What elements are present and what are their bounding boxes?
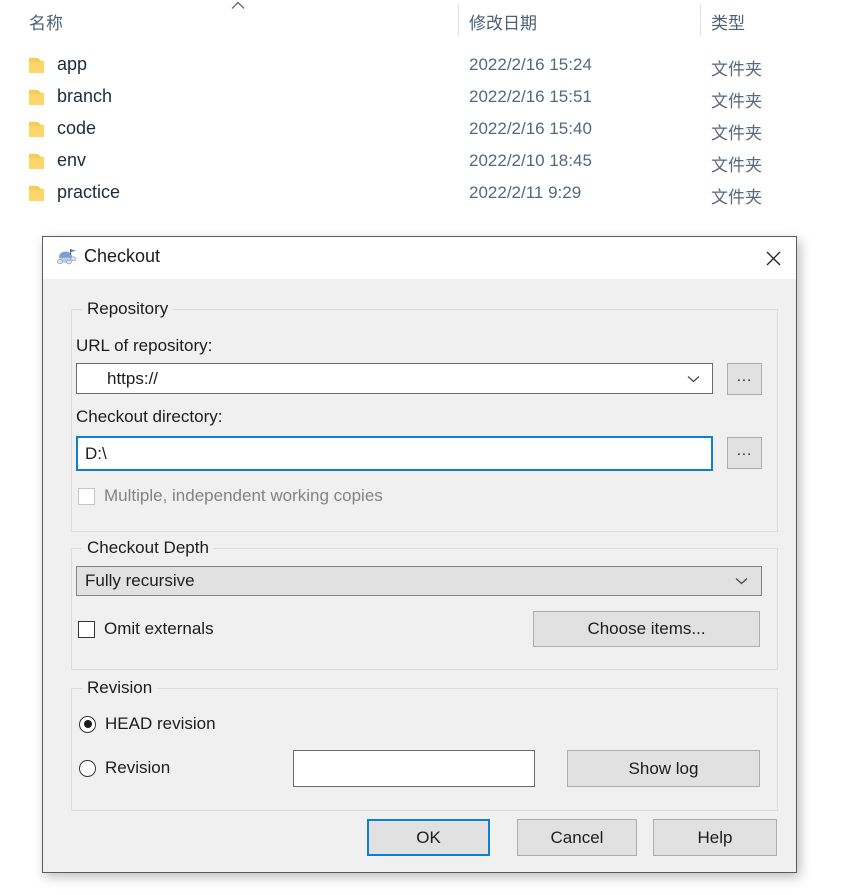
choose-items-button[interactable]: Choose items... <box>533 611 760 647</box>
ok-button[interactable]: OK <box>367 819 490 856</box>
folder-icon <box>29 185 44 202</box>
url-browse-button[interactable]: ... <box>727 363 762 395</box>
show-log-button[interactable]: Show log <box>567 750 760 787</box>
checkout-directory-value: D:\ <box>85 443 107 463</box>
checkout-depth-group-label: Checkout Depth <box>82 538 214 558</box>
head-revision-radio[interactable]: HEAD revision <box>79 714 216 734</box>
folder-icon <box>29 57 44 74</box>
sort-ascending-icon <box>231 1 245 10</box>
radio-button[interactable] <box>79 759 96 777</box>
cancel-button[interactable]: Cancel <box>517 819 637 856</box>
file-type: 文件夹 <box>711 60 762 79</box>
file-name: app <box>57 54 88 74</box>
url-of-repository-value: https:// <box>107 368 159 388</box>
file-name: branch <box>57 86 113 106</box>
column-divider <box>700 4 701 36</box>
checkout-dialog: Checkout Repository URL of repository: h… <box>42 236 797 873</box>
url-of-repository-label: URL of repository: <box>76 336 213 355</box>
chevron-down-icon[interactable] <box>735 577 748 585</box>
dialog-titlebar[interactable]: Checkout <box>43 237 796 279</box>
file-type: 文件夹 <box>711 124 762 143</box>
column-header-modified[interactable]: 修改日期 <box>469 9 537 34</box>
column-header-type[interactable]: 类型 <box>711 9 745 34</box>
file-name: env <box>57 150 87 170</box>
url-of-repository-combobox[interactable]: https:// <box>76 363 713 394</box>
file-type: 文件夹 <box>711 156 762 175</box>
table-row[interactable]: code 2022/2/16 15:40 文件夹 <box>0 114 855 146</box>
chevron-down-icon[interactable] <box>687 375 700 383</box>
help-button[interactable]: Help <box>653 819 777 856</box>
omit-externals-label: Omit externals <box>104 619 214 638</box>
close-icon[interactable] <box>750 237 796 279</box>
checkout-depth-dropdown[interactable]: Fully recursive <box>76 566 762 596</box>
revision-label: Revision <box>105 758 171 777</box>
revision-number-input[interactable] <box>293 750 535 787</box>
multiple-working-copies-label: Multiple, independent working copies <box>104 486 383 505</box>
file-name: practice <box>57 182 121 202</box>
checkout-directory-label: Checkout directory: <box>76 407 223 426</box>
file-modified: 2022/2/10 18:45 <box>469 151 592 170</box>
head-revision-label: HEAD revision <box>105 714 216 733</box>
omit-externals-checkbox[interactable]: Omit externals <box>78 619 214 639</box>
table-row[interactable]: env 2022/2/10 18:45 文件夹 <box>0 146 855 178</box>
checkout-depth-value: Fully recursive <box>85 571 195 590</box>
file-type: 文件夹 <box>711 188 762 207</box>
repository-group-label: Repository <box>82 299 174 319</box>
file-name: code <box>57 118 97 138</box>
folder-icon <box>29 153 44 170</box>
checkout-directory-input[interactable]: D:\ <box>76 436 713 471</box>
checkout-directory-browse-button[interactable]: ... <box>727 437 762 469</box>
folder-icon <box>29 89 44 106</box>
table-row[interactable]: branch 2022/2/16 15:51 文件夹 <box>0 82 855 114</box>
revision-group-label: Revision <box>82 678 158 698</box>
folder-icon <box>29 121 44 138</box>
explorer-file-list: 名称 修改日期 类型 app 2022/2/16 15:24 文件夹 branc… <box>0 0 855 232</box>
column-header-name[interactable]: 名称 <box>29 9 63 34</box>
file-modified: 2022/2/11 9:29 <box>469 183 582 202</box>
revision-radio[interactable]: Revision <box>79 758 170 778</box>
file-type: 文件夹 <box>711 92 762 111</box>
file-modified: 2022/2/16 15:51 <box>469 87 592 106</box>
dialog-title: Checkout <box>84 246 161 266</box>
table-row[interactable]: practice 2022/2/11 9:29 文件夹 <box>0 178 855 210</box>
tortoisesvn-turtle-icon <box>56 248 78 268</box>
file-modified: 2022/2/16 15:24 <box>469 55 592 74</box>
column-divider <box>458 4 459 36</box>
checkbox-box <box>78 487 95 505</box>
multiple-working-copies-checkbox: Multiple, independent working copies <box>78 486 383 506</box>
table-row[interactable]: app 2022/2/16 15:24 文件夹 <box>0 50 855 82</box>
file-modified: 2022/2/16 15:40 <box>469 119 592 138</box>
radio-button[interactable] <box>79 715 96 733</box>
checkbox-box[interactable] <box>78 620 95 638</box>
